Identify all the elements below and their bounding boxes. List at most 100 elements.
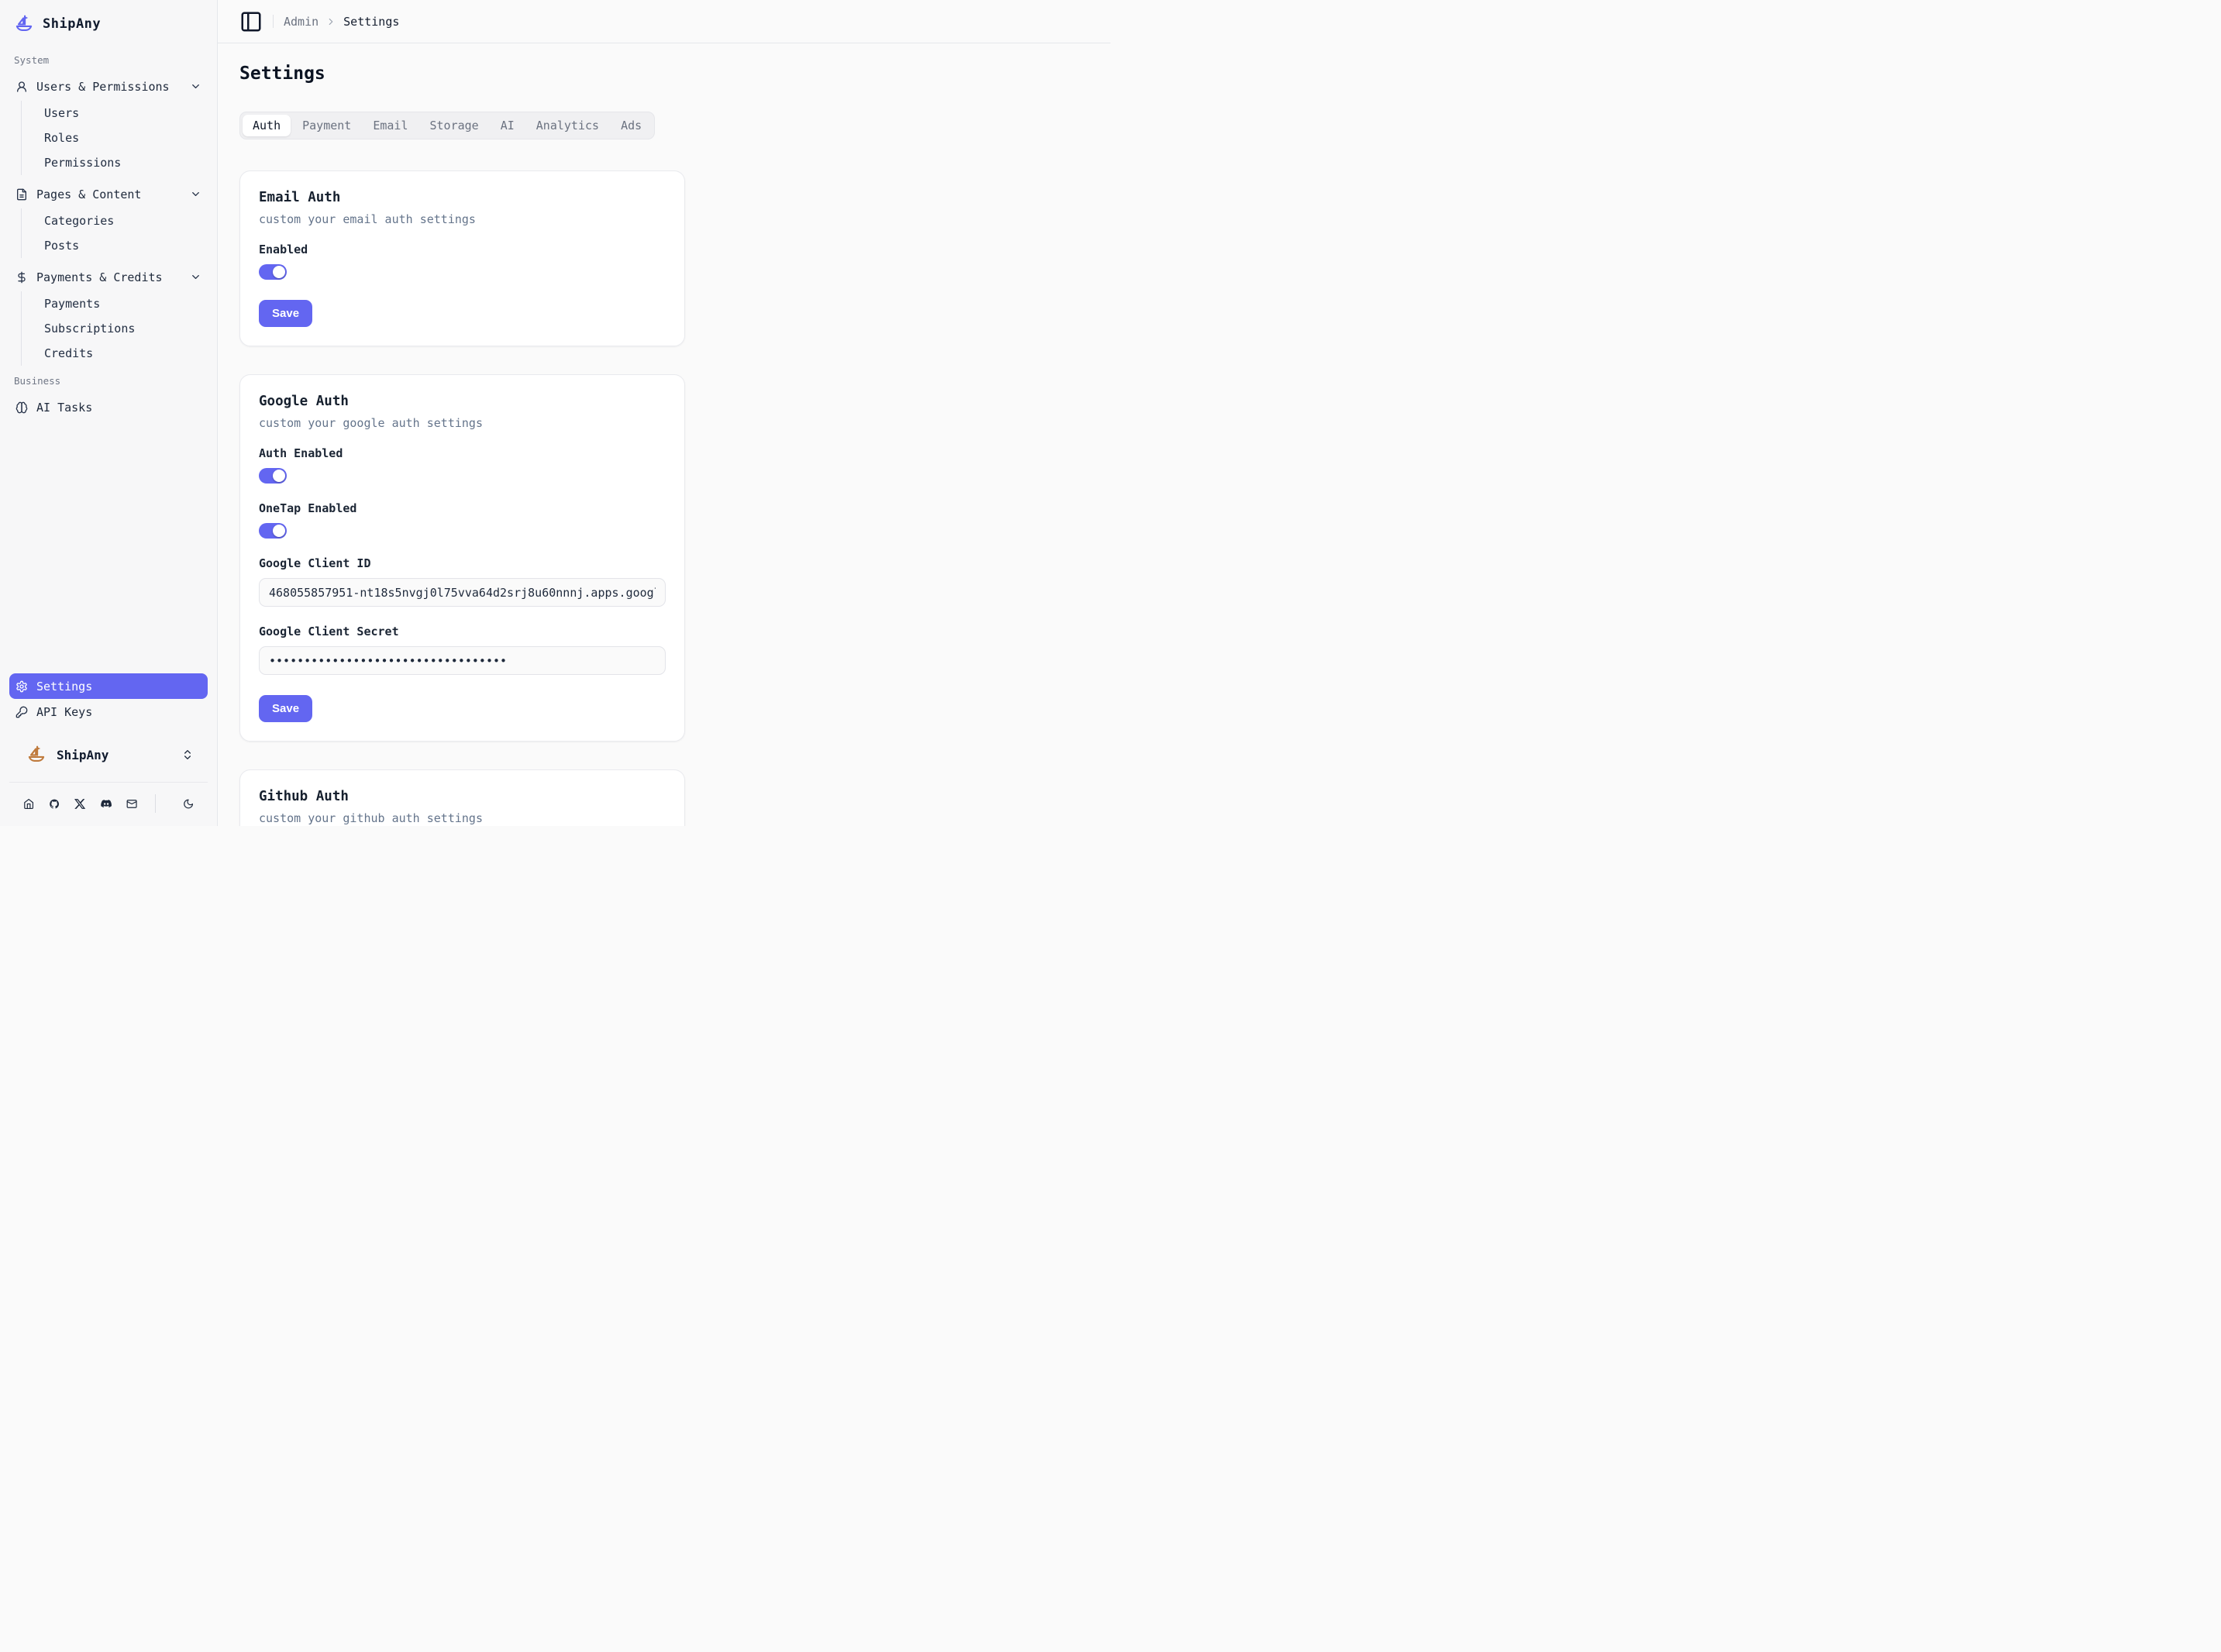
chevron-down-icon (190, 81, 201, 92)
card-body: Enabled Save (259, 243, 666, 327)
home-link-icon[interactable] (23, 797, 34, 811)
home-icon (23, 797, 34, 811)
sidebar-item-label: Pages & Content (36, 188, 141, 201)
sidebar-subitem-permissions[interactable]: Permissions (38, 150, 208, 175)
dollar-icon (15, 271, 28, 284)
document-icon (15, 188, 28, 201)
field-label: Auth Enabled (259, 446, 666, 460)
mail-icon (126, 797, 137, 811)
document-icon (15, 188, 28, 201)
card-email-auth: Email Authcustom your email auth setting… (239, 170, 685, 346)
sidebar-item-label: Payments & Credits (36, 270, 163, 284)
google-client-id-input[interactable] (259, 578, 666, 607)
tab-email[interactable]: Email (363, 115, 418, 136)
footer-divider (155, 794, 156, 813)
chevrons-up-down-icon (181, 749, 194, 761)
sailboat-icon (26, 745, 46, 765)
tab-analytics[interactable]: Analytics (526, 115, 609, 136)
github-icon (49, 797, 60, 811)
sidebar-subitem-credits[interactable]: Credits (38, 341, 208, 366)
sidebar-item-pages-content[interactable]: Pages & Content (9, 181, 208, 207)
field-google-client-secret: Google Client Secret (259, 625, 666, 675)
sidebar-item-settings[interactable]: Settings (9, 673, 208, 699)
gear-icon (15, 680, 28, 693)
sidebar-footer (9, 782, 208, 826)
key-icon (15, 706, 28, 718)
field-google-client-id: Google Client ID (259, 556, 666, 607)
discord-link-icon[interactable] (101, 797, 112, 811)
sidebar-item-label: Settings (36, 680, 92, 693)
chevrons-up-down-icon (181, 749, 194, 761)
field-onetap-enabled: OneTap Enabled (259, 501, 666, 539)
sidebar-item-payments-credits[interactable]: Payments & Credits (9, 264, 208, 290)
card-description: custom your google auth settings (259, 416, 666, 430)
chevron-down-icon (190, 188, 201, 200)
tab-auth[interactable]: Auth (243, 115, 291, 136)
chevron-down-icon (190, 188, 201, 200)
sidebar-item-label: API Keys (36, 705, 92, 719)
onetap-enabled-toggle[interactable] (259, 523, 287, 539)
sidebar-item-ai-tasks[interactable]: AI Tasks (9, 394, 208, 420)
section-label-system: System (0, 54, 217, 66)
tab-payment[interactable]: Payment (292, 115, 361, 136)
sidebar-item-api-keys[interactable]: API Keys (9, 699, 208, 724)
sidebar-item-users-permissions[interactable]: Users & Permissions (9, 74, 208, 99)
key-icon (15, 706, 28, 718)
x-link-icon[interactable] (74, 797, 85, 811)
tab-storage[interactable]: Storage (420, 115, 489, 136)
sidebar-subitem-payments[interactable]: Payments (38, 291, 208, 316)
toggle-thumb (273, 525, 285, 537)
sidebar-item-label: AI Tasks (36, 401, 92, 415)
breadcrumb-admin[interactable]: Admin (284, 15, 319, 29)
auth-enabled-toggle[interactable] (259, 468, 287, 484)
field-auth-enabled: Auth Enabled (259, 446, 666, 484)
chevron-down-icon (190, 271, 201, 283)
google-client-secret-input[interactable] (259, 646, 666, 675)
theme-toggle-moon-icon[interactable] (183, 797, 194, 811)
app-name: ShipAny (43, 16, 101, 32)
submenu-payments-credits: PaymentsSubscriptionsCredits (21, 291, 208, 366)
sidebar-subitem-roles[interactable]: Roles (38, 126, 208, 150)
discord-icon (101, 797, 112, 811)
sidebar-subitem-users[interactable]: Users (38, 101, 208, 126)
card-google-auth: Google Authcustom your google auth setti… (239, 374, 685, 742)
field-label: Enabled (259, 243, 666, 256)
settings-tabs: AuthPaymentEmailStorageAIAnalyticsAds (239, 112, 655, 139)
card-github-auth: Github Authcustom your github auth setti… (239, 769, 685, 826)
breadcrumb-settings: Settings (343, 15, 399, 29)
breadcrumb: Admin Settings (284, 15, 399, 29)
workspace-name: ShipAny (57, 748, 108, 762)
cards-list: Email Authcustom your email auth setting… (239, 170, 1089, 826)
field-enabled: Enabled (259, 243, 666, 280)
tab-ads[interactable]: Ads (611, 115, 652, 136)
brain-icon (15, 401, 28, 414)
sidebar-subitem-categories[interactable]: Categories (38, 208, 208, 233)
mail-link-icon[interactable] (126, 797, 137, 811)
save-button[interactable]: Save (259, 695, 312, 722)
sidebar-toggle-button[interactable] (239, 10, 263, 33)
sidebar: ShipAny System Users & PermissionsUsersRo… (0, 0, 218, 826)
sidebar-bottom: Settings API Keys ShipAny (0, 673, 217, 826)
save-button[interactable]: Save (259, 300, 312, 327)
panel-left-icon (239, 10, 263, 33)
sidebar-subitem-posts[interactable]: Posts (38, 233, 208, 258)
app-root: ShipAny System Users & PermissionsUsersRo… (0, 0, 1110, 826)
main-area: Admin Settings Settings AuthPaymentEmail… (218, 0, 1110, 826)
sidebar-subitem-subscriptions[interactable]: Subscriptions (38, 316, 208, 341)
app-logo[interactable]: ShipAny (0, 8, 217, 40)
card-description: custom your email auth settings (259, 212, 666, 226)
user-icon (15, 81, 28, 93)
card-title: Github Auth (259, 789, 666, 804)
toggle-thumb (273, 470, 285, 482)
chevron-right-icon (325, 16, 336, 27)
card-body: Auth Enabled OneTap Enabled Google Client … (259, 446, 666, 722)
enabled-toggle[interactable] (259, 264, 287, 280)
tab-ai[interactable]: AI (491, 115, 525, 136)
moon-icon (183, 797, 194, 811)
page-content: Settings AuthPaymentEmailStorageAIAnalyt… (218, 43, 1110, 826)
workspace-switcher[interactable]: ShipAny (19, 737, 198, 773)
sailboat-icon (14, 14, 34, 34)
github-link-icon[interactable] (49, 797, 60, 811)
top-header: Admin Settings (218, 0, 1110, 43)
toggle-thumb (273, 266, 285, 278)
